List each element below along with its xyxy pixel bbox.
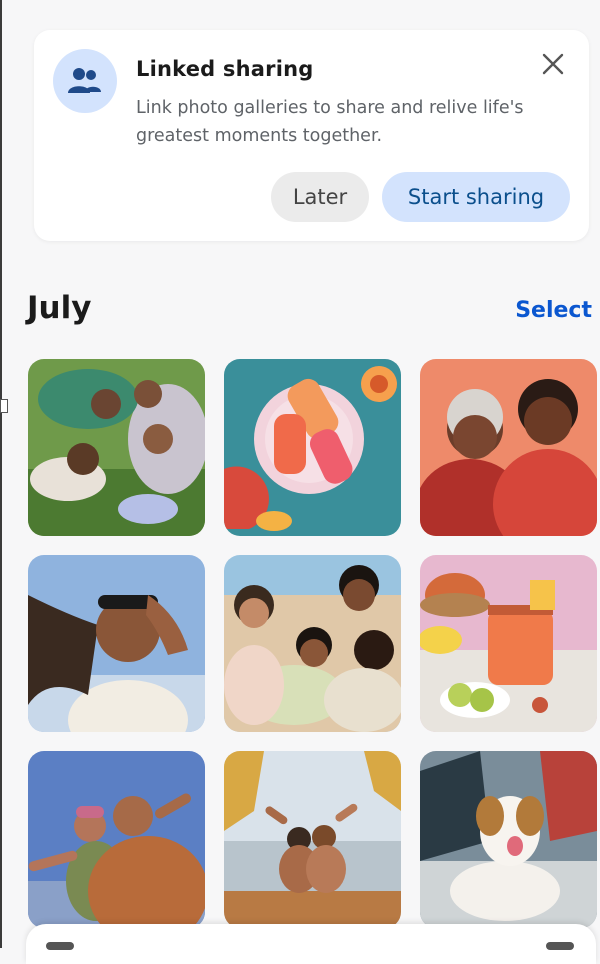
- start-sharing-button[interactable]: Start sharing: [382, 172, 570, 222]
- window-edge: [0, 0, 2, 948]
- nav-indicator: [46, 942, 74, 950]
- banner-title: Linked sharing: [136, 57, 314, 81]
- photo-thumbnail[interactable]: [28, 751, 205, 928]
- select-button[interactable]: Select: [515, 298, 592, 323]
- later-button[interactable]: Later: [271, 172, 369, 222]
- photo-thumbnail[interactable]: [420, 555, 597, 732]
- photo-thumbnail[interactable]: [28, 555, 205, 732]
- photo-thumbnail[interactable]: [28, 359, 205, 536]
- photo-thumbnail[interactable]: [420, 751, 597, 928]
- people-icon: [53, 49, 117, 113]
- bottom-navigation-bar: [26, 924, 596, 964]
- nav-indicator: [546, 942, 574, 950]
- linked-sharing-banner: Linked sharing Link photo galleries to s…: [34, 30, 589, 241]
- banner-description: Link photo galleries to share and relive…: [136, 98, 524, 146]
- resize-handle[interactable]: [0, 399, 8, 413]
- photo-thumbnail[interactable]: [224, 555, 401, 732]
- photo-thumbnail[interactable]: [420, 359, 597, 536]
- month-heading: July: [27, 290, 92, 326]
- photo-thumbnail[interactable]: [224, 359, 401, 536]
- close-icon[interactable]: [539, 50, 567, 78]
- photo-thumbnail[interactable]: [224, 751, 401, 928]
